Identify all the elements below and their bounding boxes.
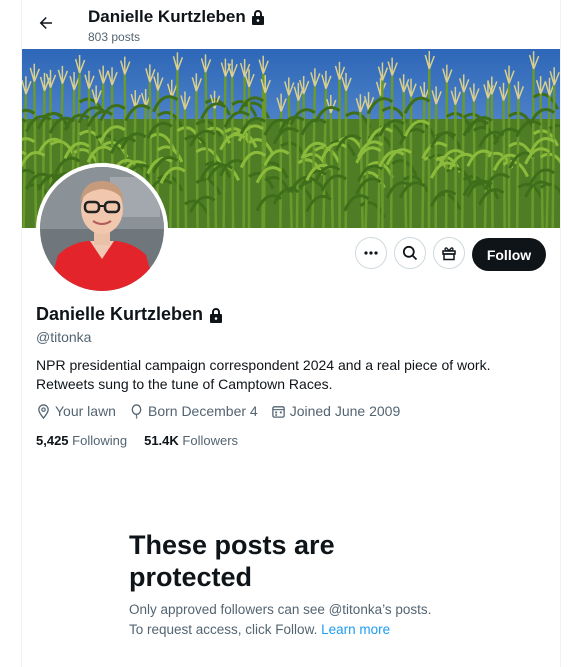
join-date: Joined June 2009 bbox=[271, 403, 401, 419]
protected-desc-line: Only approved followers can see @titonka… bbox=[129, 602, 432, 617]
more-button[interactable] bbox=[355, 237, 387, 269]
profile-name-text: Danielle Kurtzleben bbox=[36, 304, 204, 324]
avatar[interactable] bbox=[36, 163, 168, 295]
location: Your lawn bbox=[36, 403, 116, 419]
followers-count: 51.4K bbox=[144, 433, 179, 448]
search-button[interactable] bbox=[394, 237, 426, 269]
profile-name: Danielle Kurtzleben bbox=[36, 304, 223, 325]
back-button[interactable] bbox=[35, 12, 57, 34]
followers-link[interactable]: 51.4K Followers bbox=[144, 433, 238, 448]
gift-button[interactable] bbox=[433, 237, 465, 269]
bio-line: NPR presidential campaign correspondent … bbox=[36, 357, 491, 373]
birthday: Born December 4 bbox=[129, 403, 258, 419]
arrow-left-icon bbox=[39, 17, 52, 29]
protected-description: Only approved followers can see @titonka… bbox=[129, 600, 489, 640]
profile-meta: Your lawn Born December 4 Joined June 20… bbox=[36, 403, 413, 419]
lock-icon bbox=[210, 307, 223, 323]
protected-title-line: These posts are bbox=[129, 530, 335, 560]
protected-title-line: protected bbox=[129, 562, 253, 592]
birthday-text: Born December 4 bbox=[147, 403, 258, 419]
balloon-icon bbox=[131, 403, 142, 419]
lock-icon bbox=[251, 10, 264, 25]
bio-line: Retweets sung to the tune of Camptown Ra… bbox=[36, 376, 333, 392]
location-icon bbox=[38, 403, 49, 419]
join-date-text: Joined June 2009 bbox=[289, 403, 401, 419]
protected-desc-text: To request access, click Follow. bbox=[129, 622, 318, 637]
header-name: Danielle Kurtzleben bbox=[88, 7, 246, 26]
location-text: Your lawn bbox=[55, 403, 116, 419]
followers-label: Followers bbox=[182, 433, 239, 448]
search-icon bbox=[402, 245, 418, 261]
more-icon bbox=[364, 251, 378, 255]
calendar-icon bbox=[271, 405, 285, 418]
protected-desc-line: To request access, click Follow. Learn m… bbox=[129, 620, 489, 640]
following-count: 5,425 bbox=[36, 433, 69, 448]
protected-title: These posts are protected bbox=[129, 529, 429, 593]
profile-bio: NPR presidential campaign correspondent … bbox=[36, 356, 536, 394]
gift-icon bbox=[442, 247, 456, 261]
follow-button[interactable]: Follow bbox=[472, 238, 546, 271]
following-label: Following bbox=[72, 433, 128, 448]
profile-handle: @titonka bbox=[36, 329, 92, 345]
profile-page: Danielle Kurtzleben 803 posts Follow Dan… bbox=[21, 0, 561, 667]
following-link[interactable]: 5,425 Following bbox=[36, 433, 127, 448]
header-title: Danielle Kurtzleben bbox=[88, 7, 265, 27]
profile-stats: 5,425 Following 51.4K Followers bbox=[36, 433, 255, 448]
header-post-count: 803 posts bbox=[88, 30, 141, 44]
learn-more-link[interactable]: Learn more bbox=[321, 622, 390, 637]
